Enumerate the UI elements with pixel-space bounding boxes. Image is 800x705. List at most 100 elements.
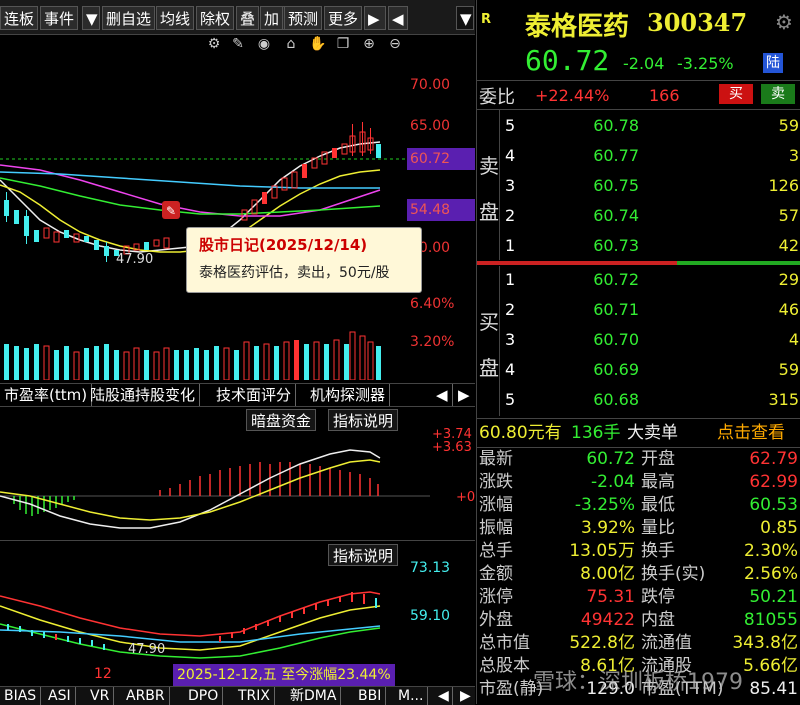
tab-trix[interactable]: TRIX	[234, 687, 275, 705]
stat-label: 金额	[479, 564, 513, 584]
ex-rights-button[interactable]: 除权	[196, 6, 235, 30]
indicator2-chart[interactable]	[0, 566, 406, 666]
bottom-next-button[interactable]: ▶	[456, 687, 474, 705]
buy-row-2[interactable]: 2 60.71 46	[477, 300, 800, 330]
stat-value: 62.99	[749, 472, 798, 492]
big-order-price: 60.80元有	[479, 423, 562, 443]
stat-row: 外盘 49422 内盘 81055	[477, 609, 800, 632]
forward-button[interactable]: ▶	[364, 6, 386, 30]
candlestick-chart[interactable]: ✎	[0, 60, 406, 380]
buy-strength-bar	[677, 261, 800, 265]
view-details-link[interactable]: 点击查看	[717, 419, 785, 447]
stat-label: 总手	[479, 541, 513, 561]
sell-row-2[interactable]: 2 60.74 57	[477, 206, 800, 236]
stat-value: 81055	[743, 610, 798, 630]
zoom-out-icon[interactable]: ⊖	[387, 36, 403, 52]
tab-northbound-holding[interactable]: 陆股通持股变化	[86, 384, 201, 406]
sell-button[interactable]: 卖	[761, 84, 795, 104]
tab-prev-button[interactable]: ◀	[432, 384, 453, 406]
tab-bbi[interactable]: BBI	[354, 687, 387, 705]
tab-new-dma[interactable]: 新DMA	[286, 687, 342, 705]
stat-row: 总手 13.05万 换手 2.30%	[477, 540, 800, 563]
indicator2-label-mid: 59.10	[410, 608, 451, 624]
event-button[interactable]: 事件	[40, 6, 79, 30]
stat-label: 开盘	[641, 449, 675, 469]
sell-row-4[interactable]: 4 60.77 3	[477, 146, 800, 176]
indicator2-low-marker: 47.90	[128, 642, 166, 657]
stat-row: 涨跌 -2.04 最高 62.99	[477, 471, 800, 494]
stat-label: 外盘	[479, 610, 513, 630]
tab-next-button[interactable]: ▶	[454, 384, 474, 406]
price-change: -2.04	[623, 54, 665, 73]
stat-row: 最新 60.72 开盘 62.79	[477, 448, 800, 471]
pen-icon[interactable]: ✎	[230, 36, 246, 52]
toolbar-dropdown-button[interactable]: ▼	[456, 6, 474, 30]
moving-average-button[interactable]: 均线	[156, 6, 195, 30]
stat-row: 涨停 75.31 跌停 50.21	[477, 586, 800, 609]
stat-value: 75.31	[586, 587, 635, 607]
settings-gear-icon[interactable]: ⚙	[775, 10, 793, 34]
event-dropdown-button[interactable]: ▼	[82, 6, 100, 30]
price-label-65: 65.00	[410, 118, 451, 134]
copy-icon[interactable]: ❐	[335, 36, 351, 52]
stat-label: 最新	[479, 449, 513, 469]
stat-label: 涨幅	[479, 495, 513, 515]
predict-button[interactable]: 预测	[284, 6, 323, 30]
tab-dpo[interactable]: DPO	[184, 687, 224, 705]
weibi-diff: 166	[649, 86, 680, 105]
tab-vr[interactable]: VR	[86, 687, 115, 705]
macd-chart[interactable]	[0, 430, 430, 540]
indicator2-explain-button[interactable]: 指标说明	[328, 544, 399, 566]
buy-row-5[interactable]: 5 60.68 315	[477, 390, 800, 420]
buy-row-3[interactable]: 3 60.70 4	[477, 330, 800, 360]
more-button[interactable]: 更多	[324, 6, 363, 30]
big-order-type: 大卖单	[627, 423, 678, 443]
sell-row-5[interactable]: 5 60.78 59	[477, 116, 800, 146]
buy-orderbook: 买 盘 1 60.72 29 2 60.71 46 3 60.70 4 4 60…	[477, 266, 800, 416]
bottom-indicator-tabs: BIAS ASI VR ARBR DPO TRIX 新DMA BBI M... …	[0, 686, 475, 705]
buy-row-1[interactable]: 1 60.72 29	[477, 270, 800, 300]
stat-value: 522.8亿	[569, 633, 635, 653]
stat-label: 最高	[641, 472, 675, 492]
tab-more[interactable]: M...	[394, 687, 429, 705]
eye-icon[interactable]: ◉	[256, 36, 272, 52]
macd-label-second: +3.63	[432, 440, 472, 455]
settings-icon[interactable]: ⚙	[206, 36, 222, 52]
add-button[interactable]: 加	[260, 6, 284, 30]
stat-label: 总股本	[479, 656, 530, 676]
big-order-banner[interactable]: 60.80元有 136手 大卖单 点击查看	[477, 418, 800, 448]
tab-institution-detector[interactable]: 机构探测器	[306, 384, 391, 406]
stat-value: 0.85	[760, 518, 798, 538]
buy-button[interactable]: 买	[719, 84, 753, 104]
lower-band-line	[0, 623, 381, 659]
last-price: 60.72	[525, 44, 610, 77]
overlay-button[interactable]: 叠	[236, 6, 260, 30]
back-button[interactable]: ◀	[388, 6, 408, 30]
bottom-prev-button[interactable]: ◀	[434, 687, 453, 705]
macd-label-zero: +0	[456, 490, 476, 505]
stock-name: 泰格医药	[525, 12, 630, 42]
tab-tech-score[interactable]: 技术面评分	[212, 384, 297, 406]
hand-icon[interactable]: ✋	[309, 36, 326, 52]
stat-row: 总市值 522.8亿 流通值 343.8亿	[477, 632, 800, 655]
zoom-in-icon[interactable]: ⊕	[361, 36, 377, 52]
buy-row-4[interactable]: 4 60.69 59	[477, 360, 800, 390]
tab-bias[interactable]: BIAS	[0, 687, 42, 705]
bag-icon[interactable]: ⌂	[283, 36, 299, 52]
remove-watchlist-button[interactable]: 删自选	[102, 6, 156, 30]
stat-value: 2.30%	[743, 541, 798, 561]
weibi-value: +22.44%	[535, 86, 610, 105]
indicator-tab-bar: 市盈率(ttm) 陆股通持股变化 技术面评分 机构探测器 ◀ ▶	[0, 383, 475, 407]
price-change-pct: -3.25%	[677, 54, 734, 73]
sell-row-3[interactable]: 3 60.75 126	[477, 176, 800, 206]
pct-label-3: 3.20%	[410, 334, 455, 350]
quote-panel: R 泰格医药 300347 ⚙ 60.72 -2.04 -3.25% 陆 委比 …	[476, 0, 800, 704]
indicator-explain-button[interactable]: 指标说明	[328, 409, 399, 431]
tab-asi[interactable]: ASI	[44, 687, 76, 705]
tab-pe-ttm[interactable]: 市盈率(ttm)	[0, 384, 93, 406]
weibi-label: 委比	[479, 87, 515, 108]
tab-arbr[interactable]: ARBR	[122, 687, 170, 705]
mid-band-line	[0, 605, 381, 651]
limit-up-button[interactable]: 连板	[0, 6, 39, 30]
hidden-capital-button[interactable]: 暗盘资金	[246, 409, 317, 431]
